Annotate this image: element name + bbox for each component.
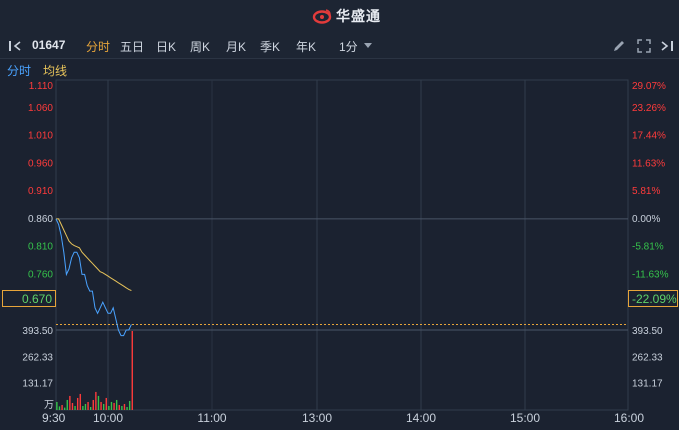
time-tick-label: 16:00 [614,411,644,425]
pct-tick-label: 23.26% [632,103,666,114]
price-tick-label: 1.060 [28,103,53,114]
time-tick-label: 11:00 [197,411,226,425]
volume-tick-label: 262.33 [22,352,53,363]
time-tick-label: 13:00 [302,411,332,425]
average-line [56,218,132,292]
price-tick-label: 0.960 [28,158,53,169]
volume-tick-label: 393.50 [22,326,53,337]
volume-tick-label-right: 262.33 [632,352,663,363]
time-tick-label: 14:00 [406,411,436,425]
price-tick-label: 0.810 [28,242,53,253]
price-tick-label: 1.110 [29,81,54,92]
current-pct: -22.09% [632,292,677,306]
volume-tick-label: 131.17 [22,379,53,390]
price-tick-label: 0.860 [28,214,53,225]
current-pct-marker: -22.09% [628,290,678,307]
time-tick-label: 10:00 [93,411,123,425]
pct-tick-label: 29.07% [632,81,666,92]
volume-tick-label-right: 393.50 [632,326,663,337]
pct-tick-label: 5.81% [632,186,660,197]
chart-frame [55,79,629,411]
price-tick-label: 1.010 [28,131,53,142]
time-tick-label: 15:00 [510,411,540,425]
pct-tick-label: 17.44% [632,131,666,142]
pct-tick-label: -11.63% [632,269,669,280]
price-tick-label: 0.910 [28,186,53,197]
price-tick-label: 0.760 [28,269,53,280]
current-price-marker: 0.670 [2,290,56,307]
pct-tick-label: -5.81% [632,242,664,253]
volume-tick-label-right: 131.17 [632,379,663,390]
time-tick-label: 9:30 [42,411,66,425]
pct-tick-label: 0.00% [632,214,660,225]
intraday-chart[interactable]: 1.110 1.060 1.010 0.960 0.910 0.860 0.810 0.760… [0,0,679,430]
volume-unit: 万 [44,400,54,411]
current-price: 0.670 [21,292,52,306]
pct-tick-label: 11.63% [632,158,665,169]
